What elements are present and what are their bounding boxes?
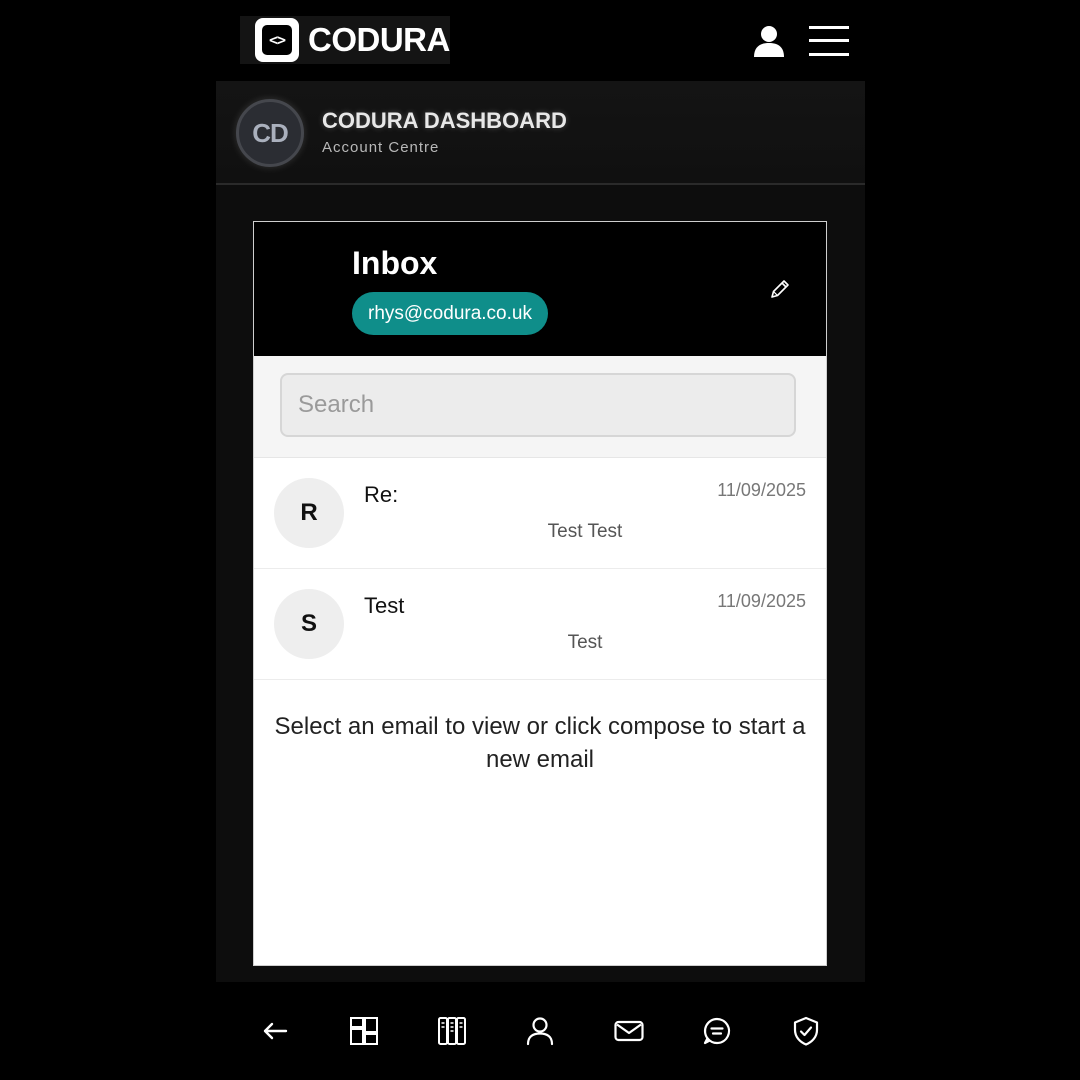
user-outline-icon bbox=[527, 1017, 554, 1046]
nav-profile[interactable] bbox=[515, 1006, 565, 1056]
back-button[interactable] bbox=[250, 1006, 300, 1056]
nav-mail[interactable] bbox=[604, 1006, 654, 1056]
search-bar bbox=[254, 356, 826, 458]
nav-chat[interactable] bbox=[692, 1006, 742, 1056]
email-date: 11/09/2025 bbox=[717, 480, 806, 500]
email-date: 11/09/2025 bbox=[717, 591, 806, 611]
account-avatar: CD bbox=[236, 99, 304, 167]
inbox-panel: Inbox rhys@codura.co.uk R Re: 11/09/2025… bbox=[253, 221, 827, 966]
inbox-title: Inbox bbox=[352, 245, 438, 281]
logo-text: CODURA bbox=[308, 21, 450, 58]
nav-security[interactable] bbox=[781, 1006, 831, 1056]
hamburger-menu-icon[interactable] bbox=[809, 26, 849, 56]
email-list-item[interactable]: S Test 11/09/2025 Test bbox=[254, 569, 826, 680]
email-preview: Test Test bbox=[547, 521, 623, 542]
top-bar: <> CODURA bbox=[216, 0, 865, 81]
logo-glyph: <> bbox=[262, 25, 292, 55]
bottom-navigation bbox=[216, 982, 865, 1080]
nav-columns[interactable] bbox=[427, 1006, 477, 1056]
logo[interactable]: <> CODURA bbox=[240, 16, 450, 64]
back-arrow-icon bbox=[264, 1022, 288, 1040]
email-subject: Re: bbox=[364, 482, 399, 507]
email-list-item[interactable]: R Re: 11/09/2025 Test Test bbox=[254, 458, 826, 569]
sender-avatar: R bbox=[274, 478, 344, 548]
dashboard-title: CODURA DASHBOARD bbox=[322, 108, 567, 133]
account-header: CD CODURA DASHBOARD Account Centre bbox=[216, 81, 865, 185]
code-logo-icon: <> bbox=[255, 18, 299, 62]
mail-icon bbox=[614, 1020, 644, 1042]
main-content: Inbox rhys@codura.co.uk R Re: 11/09/2025… bbox=[216, 185, 865, 982]
dashboard-subtitle: Account Centre bbox=[322, 139, 440, 156]
email-preview: Test bbox=[567, 632, 603, 653]
user-icon[interactable] bbox=[752, 24, 786, 58]
nav-dashboard[interactable] bbox=[339, 1006, 389, 1056]
shield-check-icon bbox=[793, 1016, 818, 1046]
columns-icon bbox=[438, 1017, 467, 1045]
empty-state-message: Select an email to view or click compose… bbox=[274, 713, 806, 773]
sender-avatar: S bbox=[274, 589, 344, 659]
app-screen: <> CODURA CD CODURA DASHBOARD Account Ce… bbox=[216, 0, 865, 1080]
inbox-header: Inbox rhys@codura.co.uk bbox=[254, 222, 826, 356]
search-input[interactable] bbox=[280, 373, 796, 437]
pencil-icon[interactable] bbox=[769, 278, 791, 300]
chat-icon bbox=[704, 1017, 731, 1045]
dashboard-grid-icon bbox=[349, 1017, 378, 1045]
account-email-badge[interactable]: rhys@codura.co.uk bbox=[352, 292, 548, 335]
email-subject: Test bbox=[364, 593, 405, 618]
